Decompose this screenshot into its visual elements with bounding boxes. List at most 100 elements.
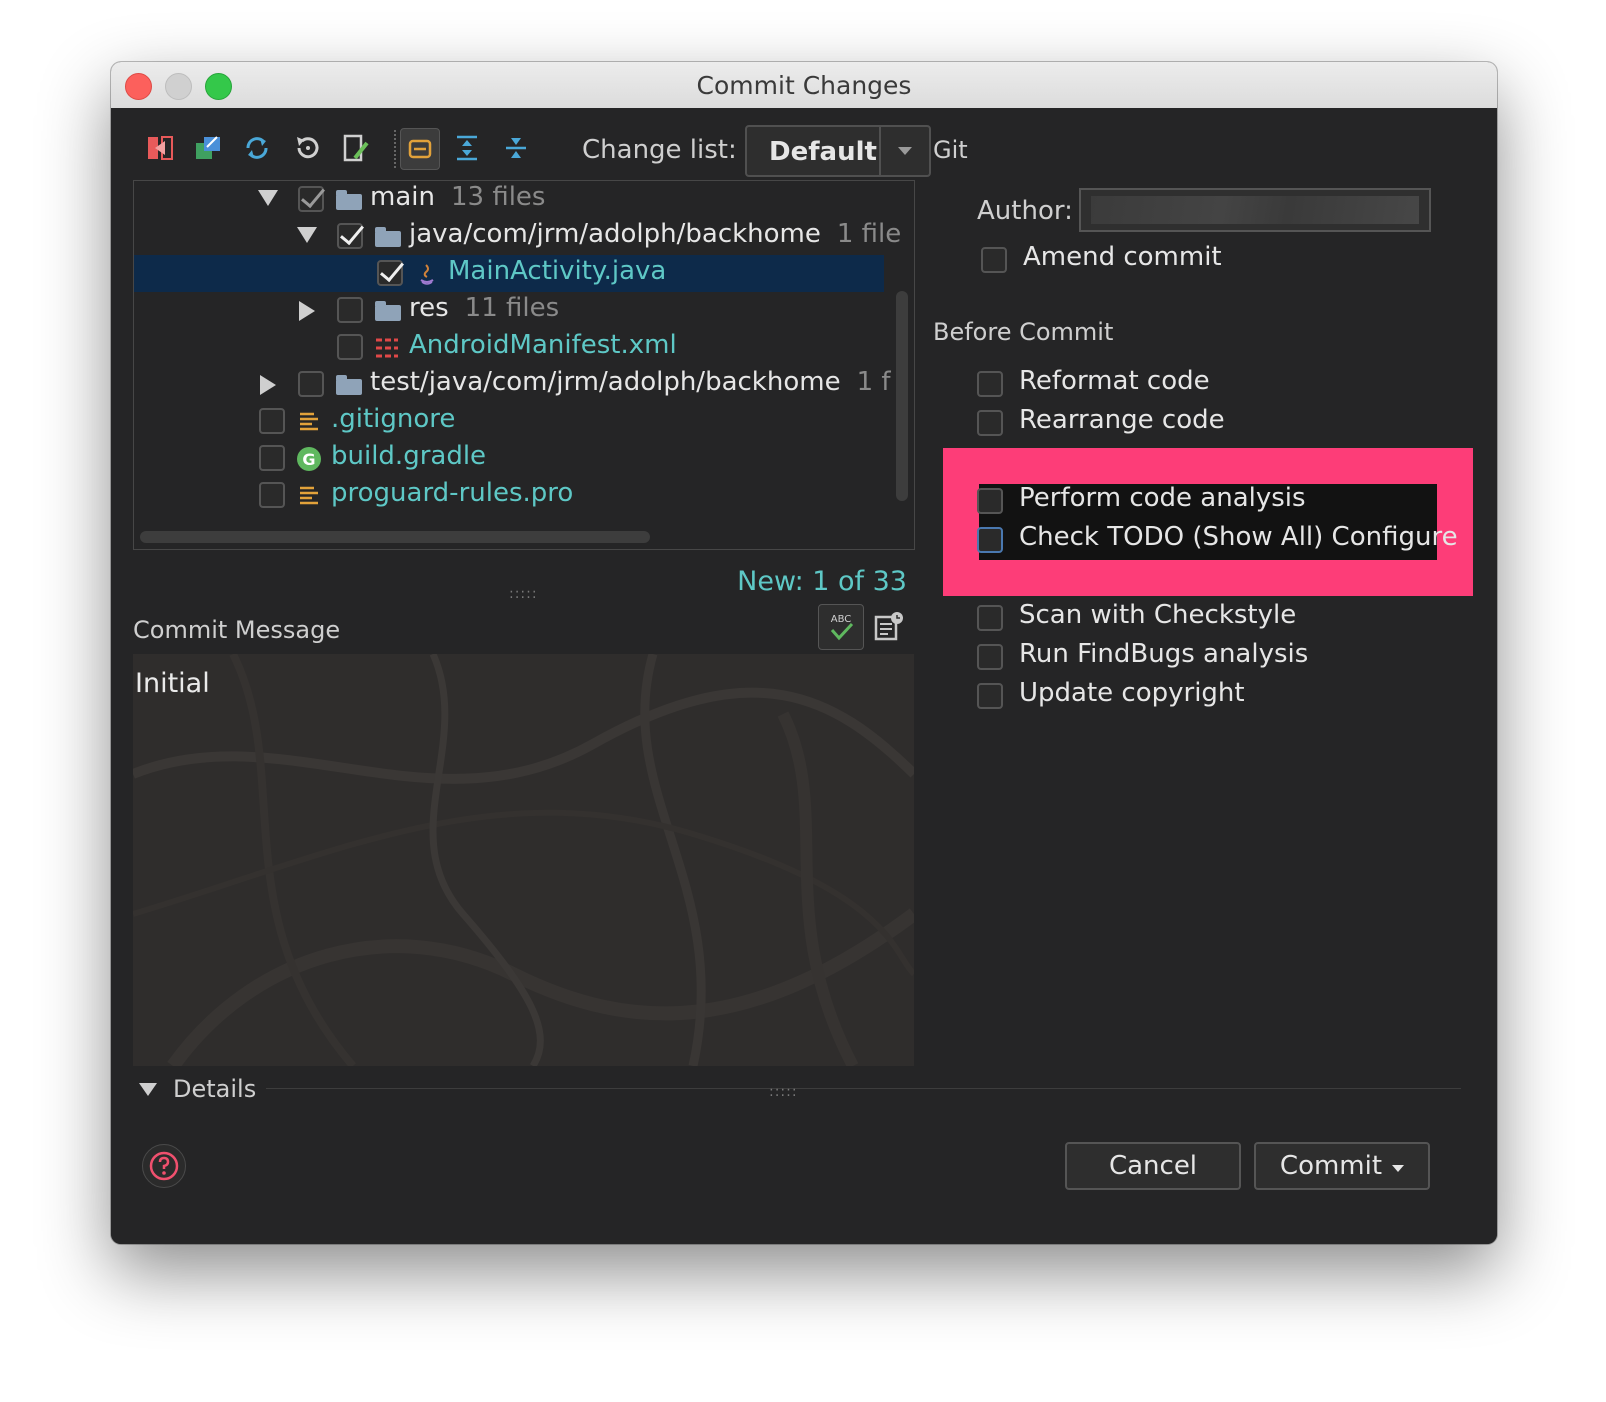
checkbox-manifest[interactable]: [337, 334, 363, 360]
commit-changes-dialog: Commit Changes Change list: Default main…: [111, 62, 1497, 1244]
commit-button-label: Commit: [1279, 1151, 1383, 1181]
checkbox-build-gradle[interactable]: [259, 445, 285, 471]
update-copyright-checkbox[interactable]: [977, 683, 1003, 709]
update-copyright-label: Update copyright: [1019, 678, 1245, 708]
tree-row-res[interactable]: res 11 files: [134, 292, 884, 329]
git-section-label: Git: [933, 136, 968, 164]
tree-vertical-scrollbar[interactable]: [896, 291, 908, 501]
tree-row-main[interactable]: main 13 files: [134, 181, 884, 218]
checkbox-res[interactable]: [337, 297, 363, 323]
tree-row-java-package[interactable]: java/com/jrm/adolph/backhome 1 file: [134, 218, 901, 255]
gradle-file-icon: G: [295, 445, 323, 473]
cancel-button-label: Cancel: [1108, 1151, 1198, 1181]
checkbox-gitignore[interactable]: [259, 408, 285, 434]
tree-item-count: 1 f: [856, 367, 891, 397]
folder-icon: [336, 190, 362, 210]
perform-code-analysis-label: Perform code analysis: [1019, 483, 1306, 513]
tree-item-label: build.gradle: [331, 441, 487, 471]
dialog-content: Change list: Default main 13 files java/c…: [111, 108, 1497, 1244]
help-button[interactable]: [142, 1144, 186, 1188]
text-file-icon: [295, 482, 323, 510]
tree-item-count: 13 files: [450, 182, 546, 212]
expand-arrow-icon[interactable]: [260, 375, 276, 395]
new-files-count: New: 1 of 33: [737, 566, 907, 597]
checkbox-test-package[interactable]: [298, 371, 324, 397]
group-by-icon[interactable]: [400, 128, 440, 170]
checkbox-java-package[interactable]: [337, 223, 363, 249]
rollback-icon[interactable]: [288, 128, 326, 168]
check-todo-label: Check TODO (Show All) Configure: [1019, 522, 1458, 552]
checkbox-main[interactable]: [298, 186, 324, 212]
show-diff-icon[interactable]: [141, 128, 179, 168]
commit-message-label: Commit Message: [133, 616, 341, 644]
checkbox-proguard[interactable]: [259, 482, 285, 508]
author-label: Author:: [977, 196, 1073, 226]
checkbox-mainactivity[interactable]: [377, 260, 403, 286]
move-to-changelist-icon[interactable]: [189, 128, 227, 168]
details-divider: [266, 1088, 1461, 1089]
amend-commit-checkbox[interactable]: [981, 247, 1007, 273]
toolbar-separator: [394, 130, 396, 168]
changelist-value: Default: [769, 137, 877, 167]
horizontal-splitter-handle[interactable]: :::::: [509, 586, 538, 602]
changelist-dropdown[interactable]: Default: [745, 125, 931, 177]
tree-row-build-gradle[interactable]: G build.gradle: [134, 440, 884, 477]
run-findbugs-label: Run FindBugs analysis: [1019, 639, 1309, 669]
folder-icon: [375, 227, 401, 247]
spellcheck-icon[interactable]: ABC: [818, 604, 864, 650]
before-commit-label: Before Commit: [933, 318, 1114, 346]
collapse-arrow-icon[interactable]: [258, 190, 278, 206]
folder-icon: [375, 301, 401, 321]
check-todo-checkbox[interactable]: [977, 527, 1003, 553]
tree-item-label: AndroidManifest.xml: [409, 330, 677, 360]
rearrange-code-label: Rearrange code: [1019, 405, 1225, 435]
tree-item-label: test/java/com/jrm/adolph/backhome: [370, 367, 841, 397]
details-label[interactable]: Details: [173, 1075, 256, 1103]
title-bar: Commit Changes: [111, 62, 1497, 109]
collapse-arrow-icon[interactable]: [297, 227, 317, 243]
java-file-icon: [413, 260, 441, 288]
svg-text:ABC: ABC: [831, 614, 852, 625]
changelist-label: Change list:: [582, 135, 737, 165]
commit-message-text: Initial: [135, 668, 210, 699]
run-findbugs-checkbox[interactable]: [977, 644, 1003, 670]
amend-commit-label: Amend commit: [1023, 242, 1222, 272]
author-input[interactable]: [1079, 188, 1431, 232]
perform-code-analysis-checkbox[interactable]: [977, 488, 1003, 514]
tree-row-proguard[interactable]: proguard-rules.pro: [134, 477, 884, 514]
scan-checkstyle-checkbox[interactable]: [977, 605, 1003, 631]
text-file-icon: [295, 408, 323, 436]
tree-row-manifest[interactable]: AndroidManifest.xml: [134, 329, 884, 366]
cancel-button[interactable]: Cancel: [1065, 1142, 1241, 1190]
chevron-down-icon: [1392, 1164, 1405, 1172]
details-collapse-icon[interactable]: [139, 1083, 157, 1096]
tree-item-label: .gitignore: [331, 404, 456, 434]
reformat-code-checkbox[interactable]: [977, 371, 1003, 397]
tree-item-label: main: [370, 182, 435, 212]
changes-tree[interactable]: main 13 files java/com/jrm/adolph/backhom…: [133, 180, 915, 550]
tree-item-label: java/com/jrm/adolph/backhome: [409, 219, 821, 249]
tree-item-label: proguard-rules.pro: [331, 478, 574, 508]
details-splitter-handle[interactable]: :::::: [769, 1084, 798, 1100]
commit-message-textarea[interactable]: Initial: [133, 654, 914, 1066]
tree-item-label: MainActivity.java: [448, 256, 667, 286]
expand-arrow-icon[interactable]: [299, 301, 315, 321]
rearrange-code-checkbox[interactable]: [977, 410, 1003, 436]
tree-row-test-package[interactable]: test/java/com/jrm/adolph/backhome 1 f: [134, 366, 891, 403]
tree-row-gitignore[interactable]: .gitignore: [134, 403, 884, 440]
chevron-down-icon[interactable]: [879, 127, 929, 175]
commit-button[interactable]: Commit: [1254, 1142, 1430, 1190]
tree-item-count: 1 file: [836, 219, 902, 249]
tree-row-mainactivity[interactable]: MainActivity.java: [134, 255, 884, 292]
refresh-icon[interactable]: [238, 128, 276, 168]
commit-history-icon[interactable]: [867, 604, 911, 648]
collapse-all-icon[interactable]: [497, 128, 535, 168]
tree-horizontal-scrollbar[interactable]: [140, 531, 650, 543]
edit-source-icon[interactable]: [337, 128, 375, 168]
help-icon: [149, 1151, 179, 1181]
author-input-value: [1091, 196, 1419, 224]
expand-all-icon[interactable]: [448, 128, 486, 168]
svg-text:G: G: [302, 450, 315, 469]
tree-item-label: res: [409, 293, 449, 323]
textarea-background-pattern: [133, 654, 914, 1066]
